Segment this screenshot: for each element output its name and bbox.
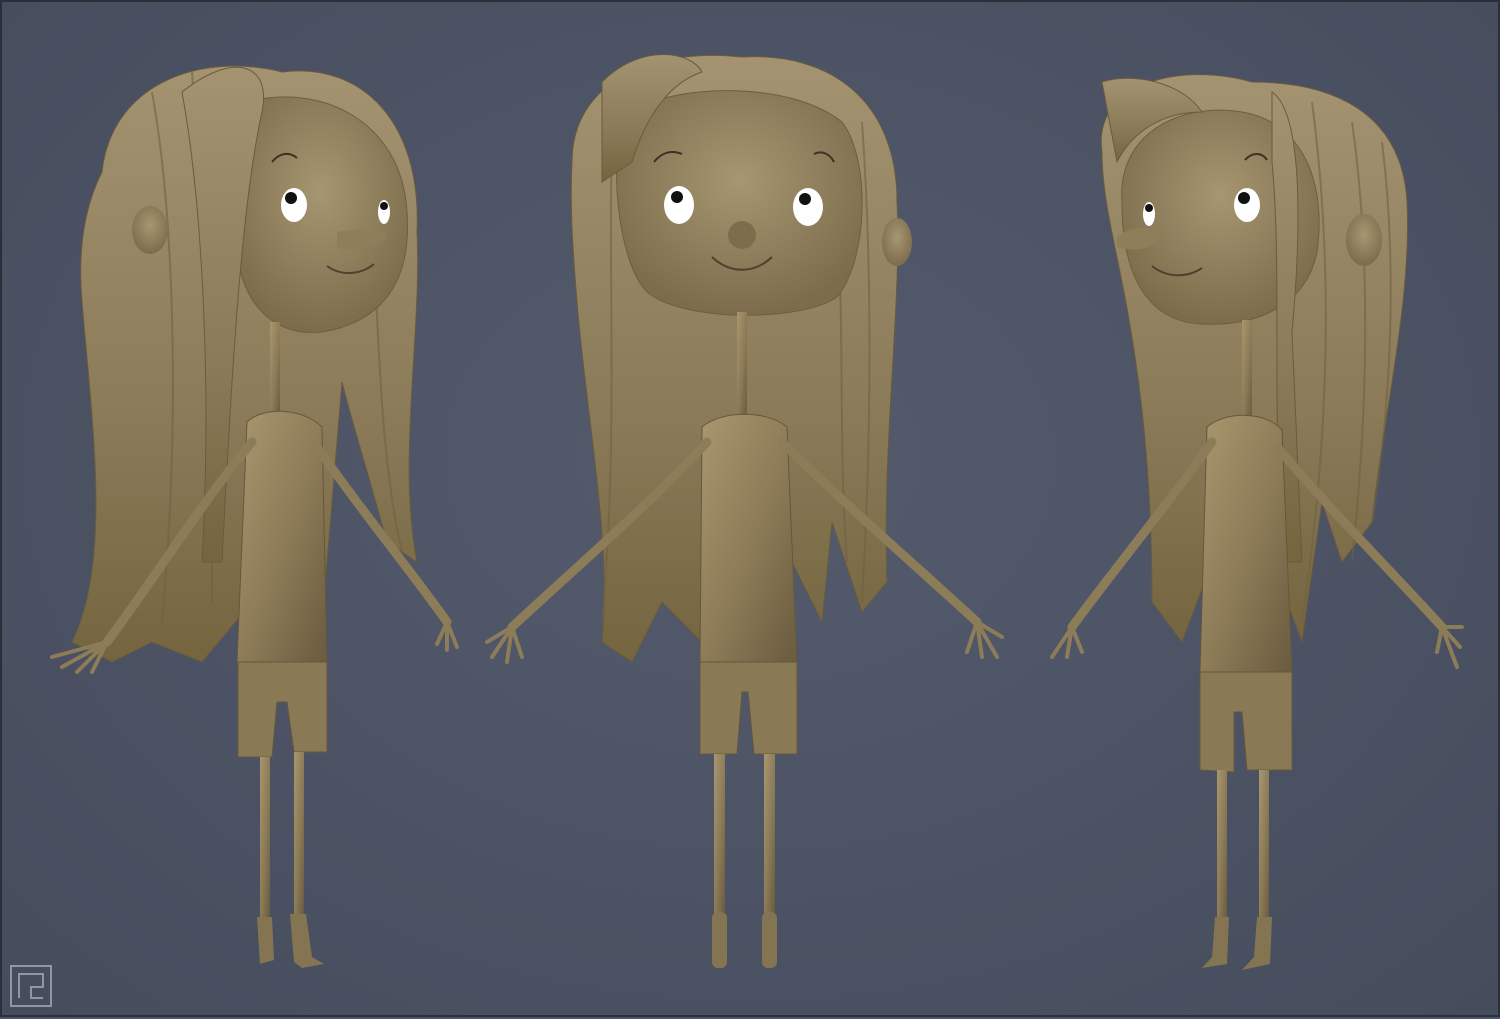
leg — [1259, 770, 1269, 920]
head — [616, 90, 863, 316]
character-view-front — [485, 54, 1004, 968]
character-turnaround — [50, 54, 1464, 970]
studio-logo-icon — [10, 965, 52, 1007]
torso — [699, 413, 798, 663]
render-viewport — [0, 0, 1500, 1017]
ear — [882, 218, 912, 266]
shorts — [699, 661, 798, 755]
character-view-three-quarter-left — [50, 65, 459, 968]
character-view-three-quarter-right — [1050, 74, 1464, 970]
leg — [294, 752, 304, 917]
leg — [764, 754, 775, 914]
nose — [728, 221, 756, 249]
shorts — [1199, 671, 1293, 773]
leg — [1217, 770, 1227, 920]
eye — [793, 188, 823, 226]
leg — [260, 757, 270, 917]
shorts — [237, 661, 328, 758]
ear — [1346, 214, 1382, 266]
leg — [714, 754, 725, 914]
ear — [132, 206, 168, 254]
